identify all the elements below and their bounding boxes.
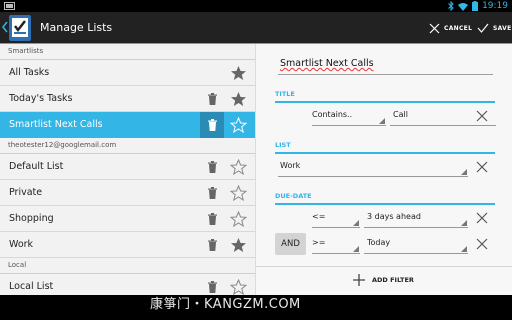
action-bar: Manage Lists CANCEL SAVE	[0, 12, 512, 44]
and-connector-button[interactable]: AND	[275, 233, 306, 255]
list-section-header: LIST	[275, 141, 495, 154]
list-item[interactable]: Local List	[0, 274, 255, 295]
list-item-label: Local List	[9, 281, 54, 292]
section-header: Local	[0, 258, 255, 274]
up-chevron-icon[interactable]	[2, 21, 8, 33]
dropdown-triangle-icon	[461, 169, 467, 175]
list-item[interactable]: Private	[0, 180, 255, 206]
checkmark-icon	[477, 23, 489, 33]
save-label: SAVE	[493, 24, 512, 32]
star-filled-icon[interactable]	[230, 91, 247, 107]
title-operator-select[interactable]: Contains..	[312, 106, 386, 126]
due-value-2: Today	[367, 238, 391, 247]
trash-icon[interactable]	[207, 161, 218, 173]
title-operator-value: Contains..	[312, 110, 353, 119]
due-operator-select-1[interactable]: <=	[312, 208, 360, 228]
add-filter-button[interactable]: ADD FILTER	[352, 273, 414, 287]
list-select[interactable]: Work	[278, 157, 468, 177]
list-item[interactable]: All Tasks	[0, 60, 255, 86]
trash-icon[interactable]	[207, 281, 218, 293]
lists-panel: Smartlists All Tasks Today's Tasks Smartlis…	[0, 44, 256, 295]
due-value-select-2[interactable]: Today	[364, 234, 468, 254]
dropdown-triangle-icon	[353, 246, 359, 252]
app-logo-icon[interactable]	[9, 15, 31, 41]
section-header: Smartlists	[0, 44, 255, 60]
list-select-value: Work	[280, 161, 301, 170]
remove-due-filter-2-icon[interactable]	[476, 238, 488, 250]
list-item-label: Default List	[9, 161, 64, 172]
list-item[interactable]: Smartlist Next Calls	[0, 112, 255, 138]
due-value-select-1[interactable]: 3 days ahead	[364, 208, 468, 228]
star-filled-icon[interactable]	[230, 65, 247, 81]
wifi-icon	[458, 2, 469, 11]
list-item[interactable]: Default List	[0, 154, 255, 180]
trash-icon[interactable]	[207, 213, 218, 225]
star-outline-icon[interactable]	[230, 185, 247, 201]
list-item-label: Shopping	[9, 213, 54, 224]
list-item[interactable]: Today's Tasks	[0, 86, 255, 112]
status-bar: 19:19	[0, 0, 512, 12]
page-title: Manage Lists	[40, 21, 113, 34]
due-operator-value-2: >=	[312, 238, 326, 247]
title-section-header: TITLE	[275, 90, 495, 103]
divider	[256, 266, 512, 267]
cancel-button[interactable]: CANCEL	[429, 20, 472, 36]
trash-icon[interactable]	[207, 93, 218, 105]
dropdown-triangle-icon	[461, 246, 467, 252]
plus-icon	[353, 274, 365, 286]
star-outline-icon[interactable]	[230, 117, 247, 133]
remove-due-filter-1-icon[interactable]	[476, 212, 488, 224]
list-item-label: Today's Tasks	[9, 93, 73, 104]
list-item[interactable]: Work	[0, 232, 255, 258]
list-item-label: Work	[9, 239, 34, 250]
app-notification-icon	[4, 2, 15, 10]
star-outline-icon[interactable]	[230, 159, 247, 175]
due-operator-select-2[interactable]: >=	[312, 234, 360, 254]
star-outline-icon[interactable]	[230, 211, 247, 227]
due-date-section-header: DUE-DATE	[275, 192, 495, 205]
battery-icon	[472, 1, 479, 11]
due-operator-value-1: <=	[312, 212, 326, 221]
bluetooth-icon	[448, 1, 454, 11]
trash-icon[interactable]	[207, 119, 218, 131]
star-filled-icon[interactable]	[230, 237, 247, 253]
list-item-label: Smartlist Next Calls	[9, 119, 103, 130]
cancel-label: CANCEL	[444, 24, 473, 32]
trash-icon[interactable]	[207, 187, 218, 199]
dropdown-triangle-icon	[461, 220, 467, 226]
remove-list-filter-icon[interactable]	[476, 161, 488, 173]
dropdown-triangle-icon	[379, 118, 385, 124]
section-header: theotester12@googlemail.com	[0, 138, 255, 154]
close-icon	[429, 23, 440, 33]
list-name-field[interactable]: Smartlist Next Calls	[278, 52, 493, 75]
remove-title-filter-icon[interactable]	[476, 110, 488, 122]
list-item[interactable]: Shopping	[0, 206, 255, 232]
smartlist-editor: Smartlist Next Calls TITLE Contains.. Ca…	[256, 44, 512, 295]
watermark: 康箏门・KANGZM.COM	[150, 297, 301, 312]
add-filter-label: ADD FILTER	[372, 276, 414, 284]
due-value-1: 3 days ahead	[367, 212, 421, 221]
trash-icon[interactable]	[207, 239, 218, 251]
list-item-label: All Tasks	[9, 67, 50, 78]
clock: 19:19	[482, 1, 508, 11]
list-item-label: Private	[9, 187, 43, 198]
dropdown-triangle-icon	[353, 220, 359, 226]
save-button[interactable]: SAVE	[477, 20, 512, 36]
